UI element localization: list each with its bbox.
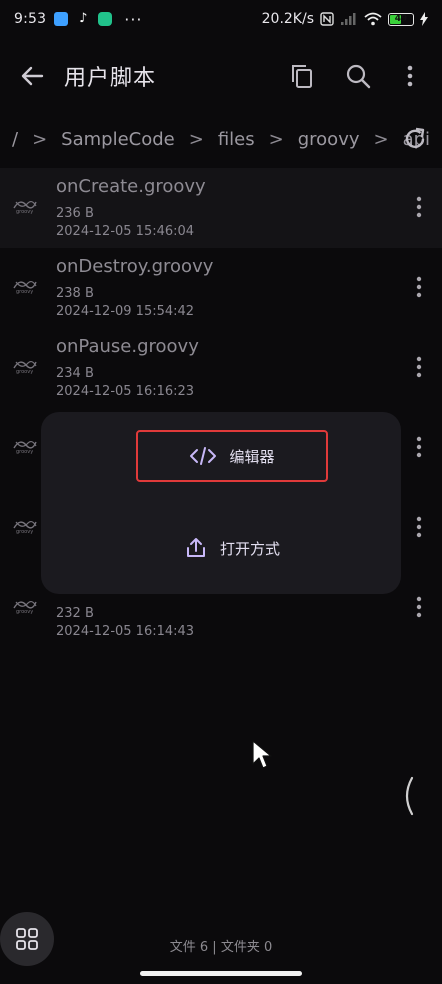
breadcrumb: / > SampleCode > files > groovy > api [0, 118, 442, 160]
groovy-file-icon: groovy [13, 360, 37, 374]
row-menu-icon[interactable] [416, 276, 422, 298]
breadcrumb-groovy[interactable]: groovy [298, 129, 360, 150]
row-menu-icon[interactable] [416, 516, 422, 538]
status-right: 20.2K/s 49 [262, 11, 428, 27]
wifi-icon [364, 12, 382, 26]
row-menu-icon[interactable] [416, 196, 422, 218]
refresh-icon[interactable] [402, 126, 428, 152]
status-bar: 9:53 ♪ ··· 20.2K/s 49 [0, 0, 442, 38]
svg-text:groovy: groovy [16, 609, 33, 614]
file-folder-count: 文件 6 | 文件夹 0 [169, 940, 273, 955]
breadcrumb-separator: > [268, 128, 284, 150]
file-name: onDestroy.groovy [56, 256, 214, 277]
svg-text:groovy: groovy [16, 369, 33, 374]
groovy-file-icon: groovy [13, 280, 37, 294]
groovy-file-icon: groovy [13, 600, 37, 614]
svg-text:groovy: groovy [16, 289, 33, 294]
share-upload-icon [186, 538, 205, 557]
edge-drag-handle-icon[interactable] [400, 776, 414, 816]
nfc-icon [320, 12, 334, 26]
copy-icon[interactable] [288, 62, 316, 90]
search-icon[interactable] [344, 62, 372, 90]
battery-icon: 49 [388, 12, 414, 26]
groovy-file-icon: groovy [13, 440, 37, 454]
net-speed: 20.2K/s [261, 11, 314, 27]
editor-label: 编辑器 [229, 447, 275, 466]
app-bar: 用户脚本 [0, 40, 442, 112]
editor-option[interactable]: 编辑器 [136, 430, 328, 482]
breadcrumb-separator: > [32, 128, 48, 150]
home-indicator[interactable] [140, 971, 302, 976]
open-with-label: 打开方式 [219, 539, 280, 558]
status-time: 9:53 [14, 11, 47, 27]
file-action-dialog: 编辑器 打开方式 [41, 412, 401, 594]
row-menu-icon[interactable] [416, 596, 422, 618]
file-size: 232 B [56, 606, 94, 621]
breadcrumb-separator: > [188, 128, 204, 150]
file-name: onPause.groovy [56, 336, 199, 357]
file-date: 2024-12-09 15:54:42 [56, 304, 195, 319]
svg-text:groovy: groovy [16, 209, 33, 214]
file-date: 2024-12-05 16:16:23 [56, 384, 195, 399]
file-date: 2024-12-05 15:46:04 [56, 224, 195, 239]
file-row[interactable]: groovy onPause.groovy 234 B 2024-12-05 1… [0, 328, 442, 408]
notification-app-icon [54, 12, 69, 26]
file-date: 2024-12-05 16:14:43 [56, 624, 195, 639]
breadcrumb-separator: > [373, 128, 389, 150]
svg-text:groovy: groovy [16, 529, 33, 534]
signal-icon [341, 13, 356, 25]
back-arrow-icon[interactable] [18, 62, 46, 90]
page-title: 用户脚本 [64, 66, 157, 91]
charging-icon [420, 12, 428, 26]
mouse-cursor-icon [252, 740, 272, 769]
breadcrumb-files[interactable]: files [218, 129, 255, 150]
overflow-menu-icon[interactable] [396, 62, 424, 90]
file-row[interactable]: groovy onDestroy.groovy 238 B 2024-12-09… [0, 248, 442, 328]
file-size: 236 B [56, 206, 94, 221]
open-with-option[interactable]: 打开方式 [137, 524, 327, 572]
breadcrumb-samplecode[interactable]: SampleCode [61, 129, 175, 150]
file-size: 238 B [56, 286, 94, 301]
file-row[interactable]: groovy onCreate.groovy 236 B 2024-12-05 … [0, 168, 442, 248]
file-size: 234 B [56, 366, 94, 381]
battery-level: 49 [394, 14, 408, 24]
notification-shield-icon [98, 12, 113, 26]
file-name: onCreate.groovy [56, 176, 206, 197]
groovy-file-icon: groovy [13, 520, 37, 534]
tiktok-icon: ♪ [79, 11, 88, 26]
groovy-file-icon: groovy [13, 200, 37, 214]
code-icon [190, 447, 217, 465]
breadcrumb-root[interactable]: / [12, 129, 18, 150]
row-menu-icon[interactable] [416, 436, 422, 458]
status-left: 9:53 ♪ ··· [14, 10, 262, 29]
svg-text:groovy: groovy [16, 449, 33, 454]
row-menu-icon[interactable] [416, 356, 422, 378]
more-notifications-icon: ··· [124, 9, 143, 29]
